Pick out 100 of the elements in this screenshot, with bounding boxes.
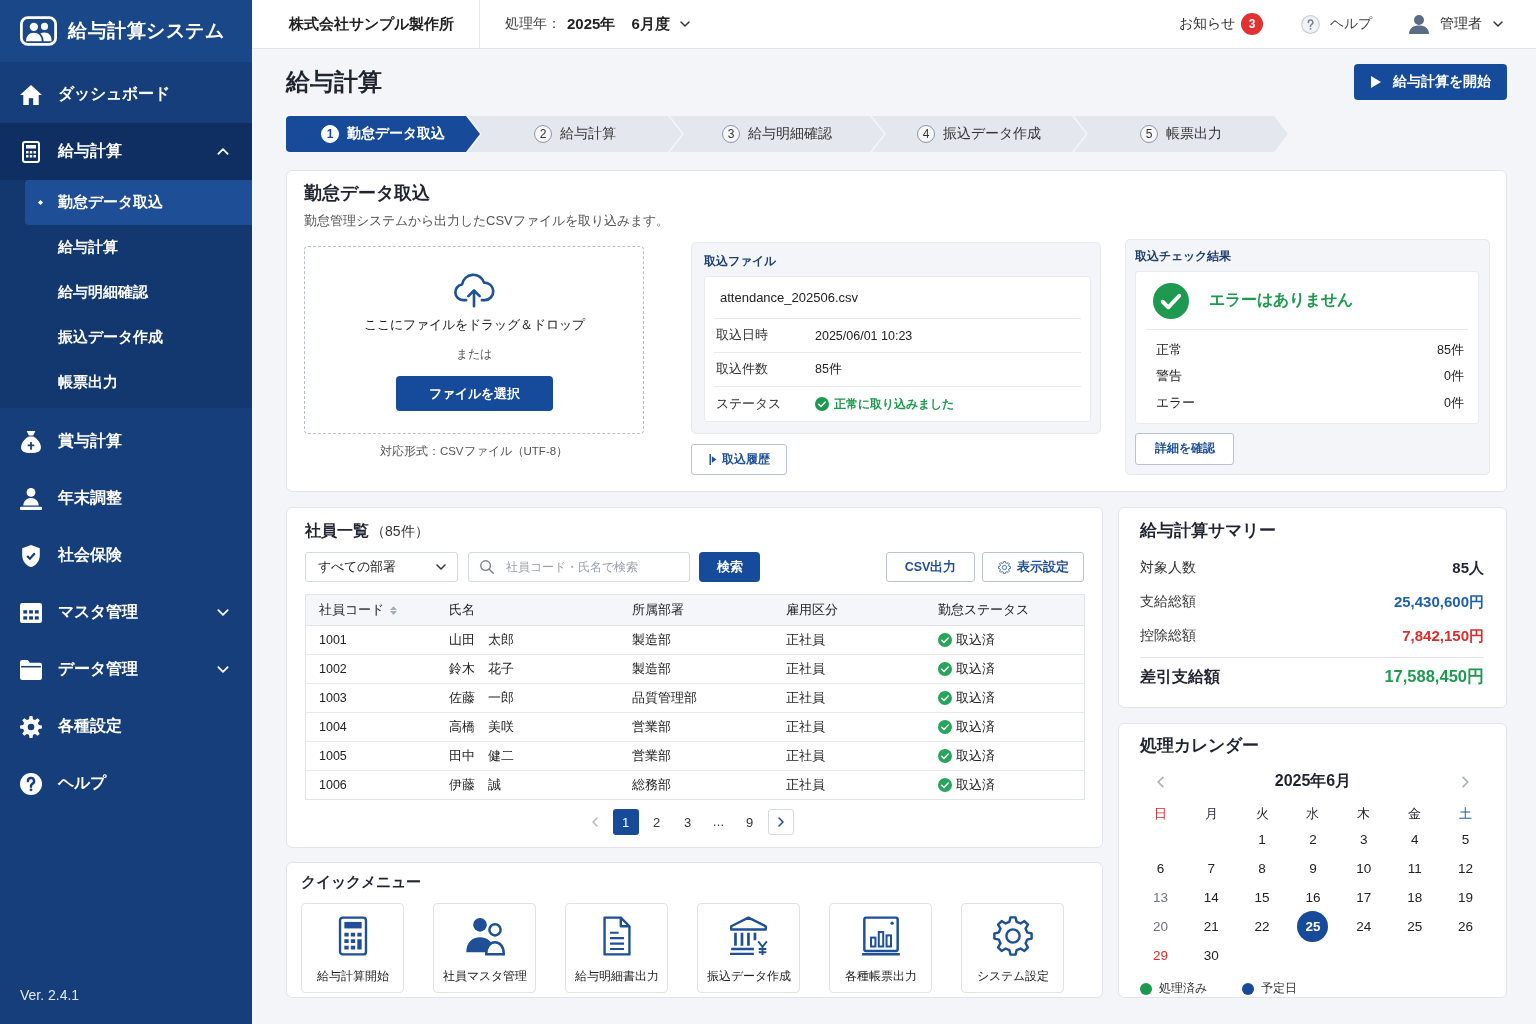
page-button[interactable]: 3 — [674, 809, 701, 835]
period-selector[interactable]: 処理年： 2025年 6月度 — [505, 14, 690, 34]
calendar-day[interactable]: 18 — [1399, 884, 1430, 911]
calendar-day[interactable]: 4 — [1399, 826, 1430, 853]
calendar-day[interactable]: 8 — [1247, 855, 1278, 882]
calendar-day[interactable]: 9 — [1298, 855, 1328, 882]
csv-export-button[interactable]: CSV出力 — [886, 552, 975, 582]
field-value: 2025/06/01 10:23 — [815, 328, 913, 343]
page-button[interactable]: 2 — [643, 809, 670, 835]
legend-label: 処理済み — [1159, 980, 1207, 997]
quick-menu-item[interactable]: 振込データ作成 — [697, 903, 800, 993]
calendar-day[interactable]: 12 — [1450, 855, 1481, 882]
submenu-item[interactable]: 給与明細確認 — [25, 270, 252, 315]
search-icon — [480, 560, 494, 574]
step-tab[interactable]: 5 帳票出力 — [1074, 116, 1288, 152]
calendar-day[interactable]: 21 — [1196, 913, 1227, 940]
help-link[interactable]: ヘルプ — [1301, 14, 1372, 34]
calendar-day[interactable]: 2 — [1298, 826, 1328, 853]
calendar-day[interactable]: 26 — [1450, 913, 1481, 940]
nav-item[interactable]: 各種設定 — [0, 698, 252, 755]
notifications-button[interactable]: お知らせ 3 — [1179, 13, 1263, 35]
calendar-day[interactable]: 3 — [1348, 826, 1379, 853]
file-select-button[interactable]: ファイルを選択 — [395, 376, 553, 411]
calendar-day[interactable]: 19 — [1450, 884, 1481, 911]
calendar-day[interactable]: 13 — [1145, 884, 1176, 911]
calendar-day[interactable]: 16 — [1298, 884, 1328, 911]
quick-menu-item[interactable]: 社員マスタ管理 — [433, 903, 536, 993]
details-button[interactable]: 詳細を確認 — [1135, 432, 1234, 465]
column-header[interactable]: 社員コード — [305, 594, 436, 626]
history-button[interactable]: 取込履歴 — [691, 444, 787, 475]
submenu-item[interactable]: 給与計算 — [25, 225, 252, 270]
calendar-day[interactable]: 15 — [1247, 884, 1278, 911]
company-name: 株式会社サンプル製作所 — [289, 14, 454, 34]
table-cell: 佐藤 一郎 — [435, 683, 619, 713]
nav-item[interactable]: ヘルプ — [0, 755, 252, 812]
step-tab[interactable]: 2 給与計算 — [468, 116, 682, 152]
department-select[interactable]: すべての部署 — [305, 552, 458, 582]
search-field[interactable]: 社員コード・氏名で検索 — [468, 552, 690, 582]
or-text: または — [456, 346, 492, 363]
check-circle-icon — [937, 662, 952, 676]
chevron-right-icon — [1462, 775, 1470, 788]
pagination-ellipsis: … — [711, 814, 726, 831]
status-text: 取込済 — [955, 747, 995, 765]
nav-item[interactable]: 給与計算 — [0, 123, 252, 180]
calendar-day[interactable]: 20 — [1145, 913, 1176, 940]
users-icon — [20, 16, 57, 46]
nav-item[interactable]: データ管理 — [0, 641, 252, 698]
drop-zone[interactable]: ここにファイルをドラッグ＆ドロップ または ファイルを選択 — [304, 246, 644, 434]
column-header: 所属部署 — [618, 594, 773, 626]
card-title: 給与計算サマリー — [1140, 520, 1277, 540]
calendar-day[interactable]: 25 — [1399, 913, 1430, 940]
nav-item[interactable]: 賞与計算 — [0, 413, 252, 470]
quick-menu-item[interactable]: 給与計算開始 — [301, 903, 404, 993]
page-button[interactable]: 1 — [612, 809, 639, 835]
start-calculation-button[interactable]: 給与計算を開始 — [1354, 64, 1507, 100]
weekday-label: 火 — [1255, 804, 1269, 823]
home-icon — [20, 83, 42, 106]
count-value: 0件 — [1444, 368, 1464, 386]
submenu-item[interactable]: 帳票出力 — [25, 360, 252, 405]
step-number: 4 — [917, 125, 935, 143]
calendar-day[interactable]: 11 — [1399, 855, 1430, 882]
submenu-item[interactable]: 振込データ作成 — [25, 315, 252, 360]
step-tab[interactable]: 1 勤怠データ取込 — [286, 116, 480, 152]
quick-menu-item[interactable]: システム設定 — [961, 903, 1064, 993]
table-cell: 営業部 — [618, 712, 773, 742]
calendar-day[interactable]: 6 — [1145, 855, 1176, 882]
calendar-day[interactable]: 29 — [1145, 942, 1176, 969]
nav-item[interactable]: マスタ管理 — [0, 584, 252, 641]
search-button[interactable]: 検索 — [699, 552, 760, 582]
summary-label: 支給総額 — [1140, 593, 1196, 611]
nav-item[interactable]: 年末調整 — [0, 470, 252, 527]
weekday-label: 月 — [1204, 804, 1218, 823]
calendar-day[interactable]: 30 — [1196, 942, 1227, 969]
display-settings-button[interactable]: 表示設定 — [982, 552, 1084, 582]
submenu-item[interactable]: 勤怠データ取込 — [25, 180, 252, 225]
table-cell: 高橋 美咲 — [435, 712, 619, 742]
step-tab[interactable]: 4 振込データ作成 — [872, 116, 1086, 152]
nav-item[interactable]: 社会保険 — [0, 527, 252, 584]
play-icon — [1371, 76, 1381, 88]
quick-menu-item[interactable]: 各種帳票出力 — [829, 903, 932, 993]
caret-right-icon — [708, 454, 717, 465]
calendar-day[interactable]: 17 — [1348, 884, 1379, 911]
calendar-day[interactable]: 1 — [1247, 826, 1278, 853]
step-number: 1 — [321, 125, 339, 143]
quick-menu-item[interactable]: 給与明細書出力 — [565, 903, 668, 993]
calendar-day[interactable]: 14 — [1196, 884, 1227, 911]
table-cell: 総務部 — [618, 770, 773, 800]
calendar-day[interactable]: 7 — [1196, 855, 1227, 882]
next-page-button[interactable] — [767, 809, 794, 835]
step-tab[interactable]: 3 給与明細確認 — [670, 116, 884, 152]
user-menu[interactable]: 管理者 — [1409, 14, 1503, 34]
nav-item[interactable]: ダッシュボード — [0, 66, 252, 123]
calendar-day[interactable]: 24 — [1348, 913, 1379, 940]
notification-badge: 3 — [1241, 13, 1263, 35]
column-header: 氏名 — [435, 594, 619, 626]
calendar-day[interactable]: 25 — [1297, 911, 1329, 942]
calendar-day[interactable]: 5 — [1450, 826, 1481, 853]
calendar-day[interactable]: 22 — [1247, 913, 1278, 940]
page-button[interactable]: 9 — [736, 809, 763, 835]
calendar-day[interactable]: 10 — [1348, 855, 1379, 882]
